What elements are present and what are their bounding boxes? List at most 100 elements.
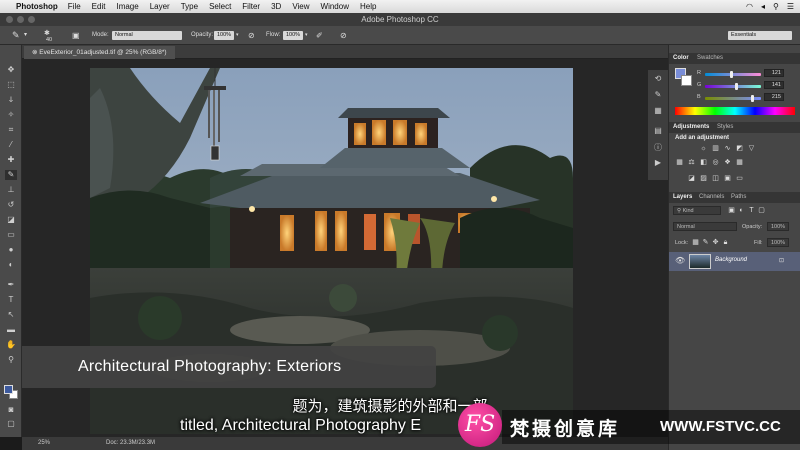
color-background-swatch[interactable] xyxy=(681,75,692,86)
pressure-opacity-icon[interactable]: ⊘ xyxy=(248,30,255,41)
screen-mode-icon[interactable]: ▢ xyxy=(5,419,17,429)
rectangle-tool-icon[interactable]: ▬ xyxy=(5,325,17,335)
healing-brush-tool-icon[interactable]: ✚ xyxy=(5,155,17,165)
red-value[interactable]: 121 xyxy=(764,69,784,77)
black-white-icon[interactable]: ◧ xyxy=(699,159,708,167)
clone-stamp-tool-icon[interactable]: ⊥ xyxy=(5,185,17,195)
blue-slider-thumb[interactable] xyxy=(751,95,755,102)
menu-edit[interactable]: Edit xyxy=(92,2,106,11)
foreground-color-swatch[interactable] xyxy=(4,385,13,394)
tab-layers[interactable]: Layers xyxy=(673,194,692,200)
menu-image[interactable]: Image xyxy=(116,2,138,11)
fill-input[interactable]: 100% xyxy=(767,238,789,247)
lock-position-icon[interactable]: ✥ xyxy=(711,239,720,247)
zoom-level[interactable]: 25% xyxy=(38,437,50,450)
path-selection-tool-icon[interactable]: ↖ xyxy=(5,310,17,320)
color-balance-icon[interactable]: ⚖ xyxy=(687,159,696,167)
workspace-select[interactable]: Essentials xyxy=(728,31,792,40)
threshold-icon[interactable]: ◫ xyxy=(711,175,720,183)
blue-value[interactable]: 215 xyxy=(764,93,784,101)
lock-pixels-icon[interactable]: ✎ xyxy=(701,239,710,247)
airbrush-icon[interactable]: ✐ xyxy=(316,30,323,41)
close-window-button[interactable] xyxy=(6,16,13,23)
menu-layer[interactable]: Layer xyxy=(150,2,170,11)
menu-select[interactable]: Select xyxy=(209,2,231,11)
document-tab[interactable]: ⊗ EveExterior_01adjusted.tif @ 25% (RGB/… xyxy=(24,46,175,59)
dodge-tool-icon[interactable]: ◐ xyxy=(5,260,17,270)
menu-window[interactable]: Window xyxy=(321,2,349,11)
menu-filter[interactable]: Filter xyxy=(242,2,260,11)
vibrance-icon[interactable]: ▽ xyxy=(747,145,756,153)
color-lookup-icon[interactable]: ▦ xyxy=(735,159,744,167)
brightness-contrast-icon[interactable]: ☼ xyxy=(699,145,708,153)
flow-input[interactable]: 100% xyxy=(283,31,303,40)
menu-view[interactable]: View xyxy=(292,2,309,11)
pressure-size-icon[interactable]: ⊘ xyxy=(340,30,347,41)
curves-icon[interactable]: ∿ xyxy=(723,145,732,153)
levels-icon[interactable]: ▥ xyxy=(711,145,720,153)
tab-styles[interactable]: Styles xyxy=(717,124,733,130)
minimize-window-button[interactable] xyxy=(17,16,24,23)
eraser-tool-icon[interactable]: ◪ xyxy=(5,215,17,225)
green-slider[interactable] xyxy=(705,85,761,88)
mode-select[interactable]: Normal xyxy=(112,31,182,40)
menu-file[interactable]: File xyxy=(68,2,81,11)
layer-row-background[interactable]: 👁︎ Background ⊡ xyxy=(669,252,800,271)
blur-tool-icon[interactable]: ● xyxy=(5,245,17,255)
filter-shape-icon[interactable]: ▢ xyxy=(757,207,766,215)
filter-type-icon[interactable]: T xyxy=(747,207,756,215)
selective-color-icon[interactable]: ▣ xyxy=(723,175,732,183)
zoom-window-button[interactable] xyxy=(28,16,35,23)
move-tool-icon[interactable]: ✥ xyxy=(5,65,17,75)
document-size-info[interactable]: Doc: 23.3M/23.3M xyxy=(106,437,155,450)
tool-presets-icon[interactable]: ▤ xyxy=(652,126,664,137)
exposure-icon[interactable]: ◩ xyxy=(735,145,744,153)
tab-paths[interactable]: Paths xyxy=(731,194,746,200)
filter-adjustment-icon[interactable]: ◐ xyxy=(737,207,746,215)
menu-type[interactable]: Type xyxy=(181,2,198,11)
layer-opacity-input[interactable]: 100% xyxy=(767,222,789,231)
spotlight-search-icon[interactable]: ⚲ xyxy=(773,2,779,11)
menu-3d[interactable]: 3D xyxy=(271,2,281,11)
actions-play-icon[interactable]: ▶ xyxy=(652,158,664,169)
flow-dropdown-icon[interactable]: ▾ xyxy=(305,30,308,41)
tab-swatches[interactable]: Swatches xyxy=(697,55,723,61)
pen-tool-icon[interactable]: ✒ xyxy=(5,280,17,290)
history-brush-tool-icon[interactable]: ↺ xyxy=(5,200,17,210)
wifi-icon[interactable]: ◠ xyxy=(746,2,753,11)
green-value[interactable]: 141 xyxy=(764,81,784,89)
quick-select-tool-icon[interactable]: ✧ xyxy=(5,110,17,120)
posterize-icon[interactable]: ▨ xyxy=(699,175,708,183)
menu-help[interactable]: Help xyxy=(360,2,376,11)
brush-settings-icon[interactable]: ✎ xyxy=(652,90,664,101)
notification-list-icon[interactable]: ☰ xyxy=(787,2,794,11)
invert-icon[interactable]: ◪ xyxy=(687,175,696,183)
brush-tool-icon[interactable]: ✎ xyxy=(12,30,20,41)
lock-all-icon[interactable]: 🔒︎ xyxy=(721,239,730,247)
blend-mode-select[interactable]: Normal xyxy=(673,222,737,231)
eyedropper-tool-icon[interactable]: ⁄ xyxy=(5,140,17,150)
marquee-tool-icon[interactable]: ⬚ xyxy=(5,80,17,90)
tab-color[interactable]: Color xyxy=(673,55,689,61)
brush-panel-toggle-icon[interactable]: ▣ xyxy=(72,30,80,41)
lasso-tool-icon[interactable]: ↆ xyxy=(5,95,17,105)
brush-presets-icon[interactable]: ▦ xyxy=(652,106,664,117)
photo-filter-icon[interactable]: ◎ xyxy=(711,159,720,167)
lock-transparent-icon[interactable]: ▦ xyxy=(691,239,700,247)
layer-filter-kind-select[interactable]: ⚲ Kind xyxy=(673,206,721,215)
gradient-tool-icon[interactable]: ▭ xyxy=(5,230,17,240)
layer-name[interactable]: Background xyxy=(715,257,747,263)
zoom-tool-icon[interactable]: ⚲ xyxy=(5,355,17,365)
red-slider-thumb[interactable] xyxy=(730,71,734,78)
opacity-input[interactable]: 100% xyxy=(214,31,234,40)
history-panel-icon[interactable]: ⟲ xyxy=(652,74,664,85)
filter-pixel-icon[interactable]: ▣ xyxy=(727,207,736,215)
volume-icon[interactable]: ◂ xyxy=(761,2,765,11)
hue-saturation-icon[interactable]: ▦ xyxy=(675,159,684,167)
info-panel-icon[interactable]: ⓘ xyxy=(652,142,664,153)
menu-app-name[interactable]: Photoshop xyxy=(16,2,58,11)
type-tool-icon[interactable]: T xyxy=(5,295,17,305)
tab-adjustments[interactable]: Adjustments xyxy=(673,124,709,130)
crop-tool-icon[interactable]: ⌗ xyxy=(5,125,17,135)
tab-channels[interactable]: Channels xyxy=(699,194,724,200)
